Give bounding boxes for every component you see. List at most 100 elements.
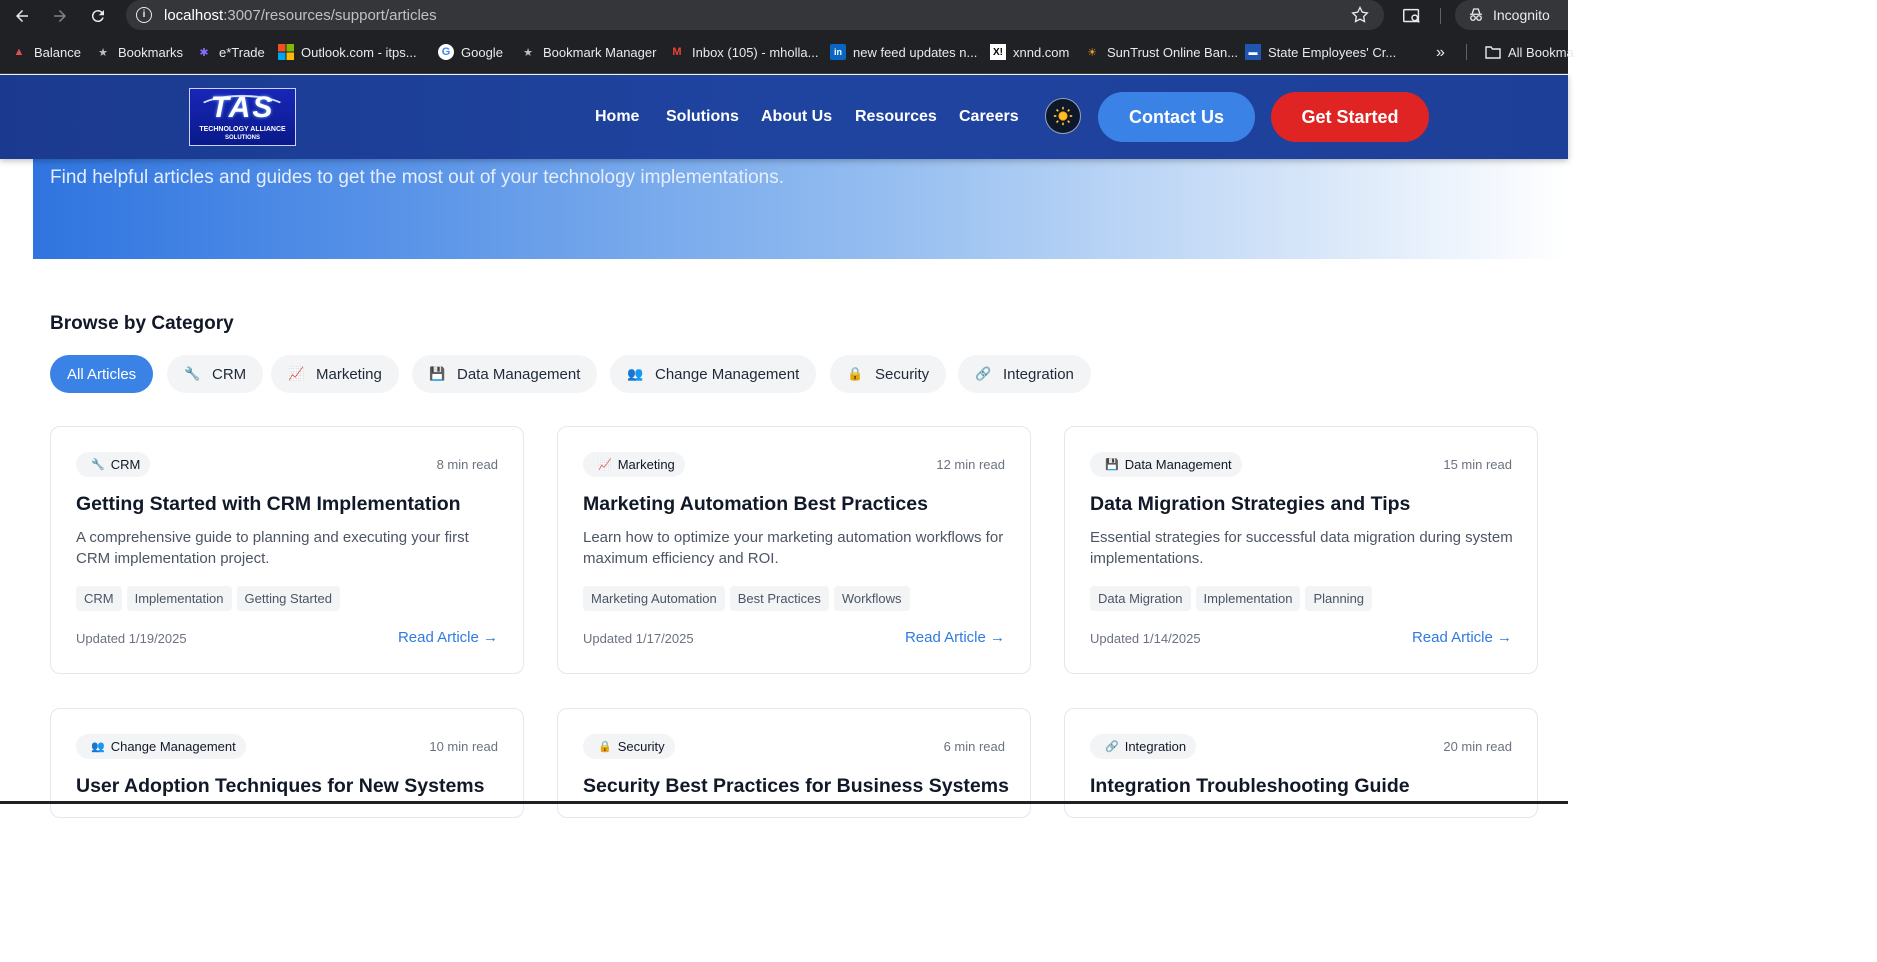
sun-icon <box>1053 106 1073 126</box>
bookmark-xnnd[interactable]: X! xnnd.com <box>990 44 1069 60</box>
bookmark-manager[interactable]: ★ Bookmark Manager <box>520 44 656 60</box>
star-icon: ★ <box>98 46 108 59</box>
wrench-icon: 🔧 <box>184 366 201 381</box>
read-article-link[interactable]: Read Article → <box>905 629 1005 646</box>
article-title[interactable]: User Adoption Techniques for New Systems <box>76 775 485 798</box>
back-icon[interactable] <box>10 4 34 28</box>
secu-icon: ▬ <box>1245 44 1261 60</box>
filter-marketing[interactable]: 📈 Marketing <box>271 355 399 393</box>
logo-mark: TAS <box>210 91 275 124</box>
filter-label: All Articles <box>67 365 137 383</box>
article-description: Learn how to optimize your marketing aut… <box>583 529 1004 567</box>
filter-crm[interactable]: 🔧 CRM <box>167 355 264 393</box>
tag: Best Practices <box>729 586 829 611</box>
incognito-profile[interactable]: Incognito <box>1455 0 1568 30</box>
tag: Implementation <box>126 586 232 611</box>
nav-about-us[interactable]: About Us <box>761 108 832 126</box>
star-icon: ★ <box>523 46 533 59</box>
logo-line1: TECHNOLOGY ALLIANCE <box>199 126 286 133</box>
all-bookmarks[interactable]: All Bookma <box>1485 44 1574 60</box>
read-article-link[interactable]: Read Article → <box>398 629 498 646</box>
updated-date: Updated 1/17/2025 <box>583 631 694 646</box>
read-article-link[interactable]: Read Article → <box>1412 629 1512 646</box>
linkedin-icon: in <box>830 44 846 60</box>
theme-toggle-button[interactable] <box>1045 98 1081 134</box>
tag: Marketing Automation <box>583 586 725 611</box>
filter-label: Change Management <box>655 365 800 383</box>
read-time: 15 min read <box>1443 457 1512 472</box>
bookmark-star-icon[interactable] <box>1350 5 1370 25</box>
google-icon: G <box>438 44 454 60</box>
site-info-icon[interactable]: i <box>136 7 152 23</box>
more-bookmarks-icon[interactable]: » <box>1436 44 1445 62</box>
read-time: 6 min read <box>943 739 1005 754</box>
chart-icon: 📈 <box>288 366 305 381</box>
article-title[interactable]: Data Migration Strategies and Tips <box>1090 493 1410 516</box>
read-time: 8 min read <box>436 457 498 472</box>
filter-all-articles[interactable]: All Articles <box>50 355 154 393</box>
article-card[interactable]: 💾 Data Management 15 min read Data Migrat… <box>1064 426 1538 674</box>
xnnd-icon: X! <box>990 44 1006 60</box>
read-time: 20 min read <box>1443 739 1512 754</box>
browser-toolbar: i localhost:3007/resources/support/artic… <box>0 0 1568 32</box>
contact-us-button[interactable]: Contact Us <box>1098 92 1255 142</box>
article-description: Essential strategies for successful data… <box>1090 529 1513 567</box>
article-title[interactable]: Security Best Practices for Business Sys… <box>583 775 1009 798</box>
read-time: 10 min read <box>429 739 498 754</box>
link-icon: 🔗 <box>1105 741 1119 753</box>
bookmark-state-employees[interactable]: ▬ State Employees' Cr... <box>1245 44 1396 60</box>
bookmark-inbox[interactable]: M Inbox (105) - mholla... <box>669 44 818 60</box>
tag: CRM <box>76 586 122 611</box>
filter-integration[interactable]: 🔗 Integration <box>958 355 1091 393</box>
get-started-button[interactable]: Get Started <box>1271 92 1429 142</box>
floppy-disk-icon: 💾 <box>1105 459 1119 471</box>
lock-icon: 🔒 <box>847 366 864 381</box>
address-bar[interactable]: i localhost:3007/resources/support/artic… <box>126 0 1384 30</box>
wrench-icon: 🔧 <box>91 459 105 471</box>
reload-icon[interactable] <box>86 4 110 28</box>
bookmark-bookmarks[interactable]: ★ Bookmarks <box>95 44 183 60</box>
bookmark-etrade[interactable]: ✱ e*Trade <box>196 44 264 60</box>
category-badge: 💾 Data Management <box>1090 452 1242 477</box>
category-badge: 👥 Change Management <box>76 734 246 759</box>
incognito-icon <box>1470 8 1482 21</box>
nav-resources[interactable]: Resources <box>855 108 937 126</box>
gmail-icon: M <box>672 46 682 58</box>
bookmark-linkedin[interactable]: in new feed updates n... <box>830 44 977 60</box>
suntrust-icon: ☀ <box>1087 46 1097 59</box>
tab-search-icon[interactable] <box>1401 5 1423 27</box>
link-icon: 🔗 <box>975 366 992 381</box>
category-badge: 📈 Marketing <box>583 452 685 477</box>
filter-label: Marketing <box>316 365 382 383</box>
bookmark-google[interactable]: G Google <box>438 44 503 60</box>
bookmark-outlook[interactable]: Outlook.com - itps... <box>278 44 417 60</box>
forward-icon[interactable] <box>48 4 72 28</box>
filter-change-management[interactable]: 👥 Change Management <box>610 355 817 393</box>
company-logo[interactable]: TAS TECHNOLOGY ALLIANCE SOLUTIONS <box>189 88 296 146</box>
article-card[interactable]: 🔧 CRM 8 min read Getting Started with CRM… <box>50 426 524 674</box>
bookmarks-divider <box>1466 44 1467 60</box>
balance-icon: ▲ <box>13 46 25 58</box>
article-card[interactable]: 📈 Marketing 12 min read Marketing Automat… <box>557 426 1031 674</box>
article-title[interactable]: Getting Started with CRM Implementation <box>76 493 461 516</box>
nav-careers[interactable]: Careers <box>959 108 1019 126</box>
category-badge: 🔗 Integration <box>1090 734 1197 759</box>
filter-data-management[interactable]: 💾 Data Management <box>412 355 598 393</box>
article-title[interactable]: Integration Troubleshooting Guide <box>1090 775 1410 798</box>
nav-home[interactable]: Home <box>595 108 639 126</box>
read-time: 12 min read <box>936 457 1005 472</box>
floppy-disk-icon: 💾 <box>429 366 446 381</box>
bookmark-balance[interactable]: ▲ Balance <box>11 44 81 60</box>
category-badge: 🔒 Security <box>583 734 675 759</box>
tag-list: Marketing Automation Best Practices Work… <box>583 586 910 611</box>
filter-label: Security <box>875 365 930 383</box>
filter-security[interactable]: 🔒 Security <box>830 355 947 393</box>
lock-icon: 🔒 <box>598 741 612 753</box>
tag: Implementation <box>1195 586 1301 611</box>
article-description: A comprehensive guide to planning and ex… <box>76 529 469 567</box>
nav-solutions[interactable]: Solutions <box>666 108 739 126</box>
updated-date: Updated 1/19/2025 <box>76 631 187 646</box>
tag-list: Data Migration Implementation Planning <box>1090 586 1373 611</box>
article-title[interactable]: Marketing Automation Best Practices <box>583 493 928 516</box>
bookmark-suntrust[interactable]: ☀ SunTrust Online Ban... <box>1084 44 1238 60</box>
